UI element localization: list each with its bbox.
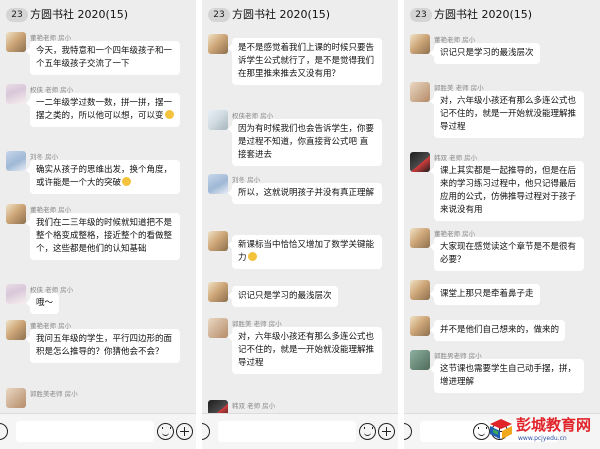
watermark-title: 彭城教育网 [516,416,592,434]
avatar[interactable] [6,284,26,304]
sender-name: 郭胜美老师 房小 [30,390,78,398]
avatar[interactable] [208,400,228,413]
watermark-url: www.pcjyedu.cn [518,435,567,442]
message-bubble[interactable]: 是不是感觉着我们上课的时候只要告诉学生公式就行了，是不是觉得我们在那里推来推去又… [228,38,382,85]
message-bubble[interactable]: 对，六年级小孩还有那么多连公式也记不住的，就是一开始就没能理解推导过程 [430,91,584,138]
message-text: 因为有时候我们也会告诉学生，你要是过程不知道，你直接背公式吧 直接套进去 [238,124,375,160]
emoji-button-icon[interactable] [157,423,174,440]
avatar[interactable] [410,34,430,54]
message-bubble[interactable]: 课上其实都是一起推导的，但是在后来的学习练习过程中，他只记得最后应用的公式，仿佛… [430,161,584,221]
message-bubble[interactable]: 一二年级学过数一数，拼一拼，摆一摆之类的，所以他可以想，可以变 [26,93,180,127]
voice-icon[interactable] [202,423,210,440]
emoji-icon [247,252,257,261]
unread-badge[interactable]: 23 [6,8,28,22]
message-bubble[interactable]: 因为有时候我们也会告诉学生，你要是过程不知道，你直接背公式吧 直接套进去 [228,119,382,166]
message-input[interactable] [218,421,356,442]
avatar[interactable] [410,228,430,248]
chat-header: 23 方圆书社 2020(15) [202,0,398,30]
avatar[interactable] [208,174,228,194]
message-bubble[interactable]: 哦～ [25,293,60,314]
avatar[interactable] [6,32,26,52]
message-bubble[interactable]: 确实从孩子的思维出发，换个角度，或许能是一个大的突破 [26,160,180,194]
sender-name: 韩双 老师 房小 [232,402,276,410]
avatar[interactable] [6,388,26,408]
unread-badge[interactable]: 23 [208,8,230,22]
chat-panel-1: 23 方圆书社 2020(15) 董艳老师 房小 今天，我特意和一个四年级孩子和… [0,0,196,449]
avatar[interactable] [6,204,26,224]
message-bubble[interactable]: 今天，我特意和一个四年级孩子和一个五年级孩子交流了一下 [26,41,180,75]
avatar[interactable] [6,84,26,104]
input-bar [0,413,196,449]
chat-header: 23 方圆书社 2020(15) [0,0,196,30]
emoji-icon [122,177,132,186]
message-bubble[interactable]: 我问五年级的学生，平行四边形的面积是怎么推导的？你猜他会不会？ [26,329,180,363]
message-list[interactable]: 董艳老师 房小 识记只是学习的最浅层次 郭胜美 老师 房小 对，六年级小孩还有那… [404,30,600,413]
message-bubble[interactable]: 识记只是学习的最浅层次 [430,43,540,64]
site-watermark: 彭城教育网 www.pcjyedu.cn [488,415,596,445]
plus-icon[interactable] [378,423,395,440]
avatar[interactable] [410,350,430,370]
avatar[interactable] [208,282,228,302]
emoji-icon [164,110,174,119]
message-text: 一二年级学过数一数，拼一拼，摆一摆之类的，所以他可以想，可以变 [36,98,173,121]
message-input[interactable] [16,421,154,442]
message-bubble[interactable]: 对，六年级小孩还有那么多连公式也记不住的，就是一开始就没能理解推导过程 [228,327,382,374]
avatar[interactable] [208,231,228,251]
avatar[interactable] [6,320,26,340]
message-bubble[interactable]: 新课标当中恰恰又增加了数学关键能力 [228,235,382,269]
message-bubble[interactable]: 课堂上那只是牵着鼻子走 [430,284,540,305]
chat-title: 方圆书社 2020(15) [232,8,331,21]
avatar[interactable] [410,280,430,300]
message-bubble[interactable]: 所以，这就说明孩子并没有真正理解 [228,183,382,204]
avatar[interactable] [208,34,228,54]
avatar[interactable] [410,82,430,102]
avatar[interactable] [410,152,430,172]
message-list[interactable]: 董艳老师 房小 今天，我特意和一个四年级孩子和一个五年级孩子交流了一下 权侠 老… [0,30,196,413]
chat-title: 方圆书社 2020(15) [30,8,129,21]
avatar[interactable] [410,316,430,336]
message-list[interactable]: 是不是感觉着我们上课的时候只要告诉学生公式就行了，是不是觉得我们在那里推来推去又… [202,30,398,413]
unread-badge[interactable]: 23 [410,8,432,22]
book-logo-icon [490,419,512,439]
plus-icon[interactable] [176,423,193,440]
emoji-button-icon[interactable] [359,423,376,440]
voice-icon[interactable] [404,423,412,440]
message-bubble[interactable]: 识记只是学习的最浅层次 [228,286,338,307]
message-bubble[interactable]: 大家现在感觉读这个章节是不是很有必要？ [430,237,584,271]
message-text: 确实从孩子的思维出发，换个角度，或许能是一个大的突破 [36,165,173,188]
message-bubble[interactable]: 这节课也需要学生自己动手摆，拼，增进理解 [430,359,584,393]
chat-header: 23 方圆书社 2020(15) [404,0,600,30]
message-bubble[interactable]: 我们在二三年级的时候就知道把不是整个格变成整格，接近整个的看做整个，这些都是他们… [26,213,180,260]
avatar[interactable] [208,318,228,338]
avatar[interactable] [208,110,228,130]
voice-icon[interactable] [0,423,8,440]
message-text: 新课标当中恰恰又增加了数学关键能力 [238,240,375,263]
chat-title: 方圆书社 2020(15) [434,8,533,21]
avatar[interactable] [6,151,26,171]
message-bubble[interactable]: 并不是他们自己想来的，做来的 [429,320,566,341]
chat-panel-3: 23 方圆书社 2020(15) 董艳老师 房小 识记只是学习的最浅层次 郭胜美… [404,0,600,449]
input-bar [202,413,398,449]
chat-panel-2: 23 方圆书社 2020(15) 是不是感觉着我们上课的时候只要告诉学生公式就行… [202,0,398,449]
